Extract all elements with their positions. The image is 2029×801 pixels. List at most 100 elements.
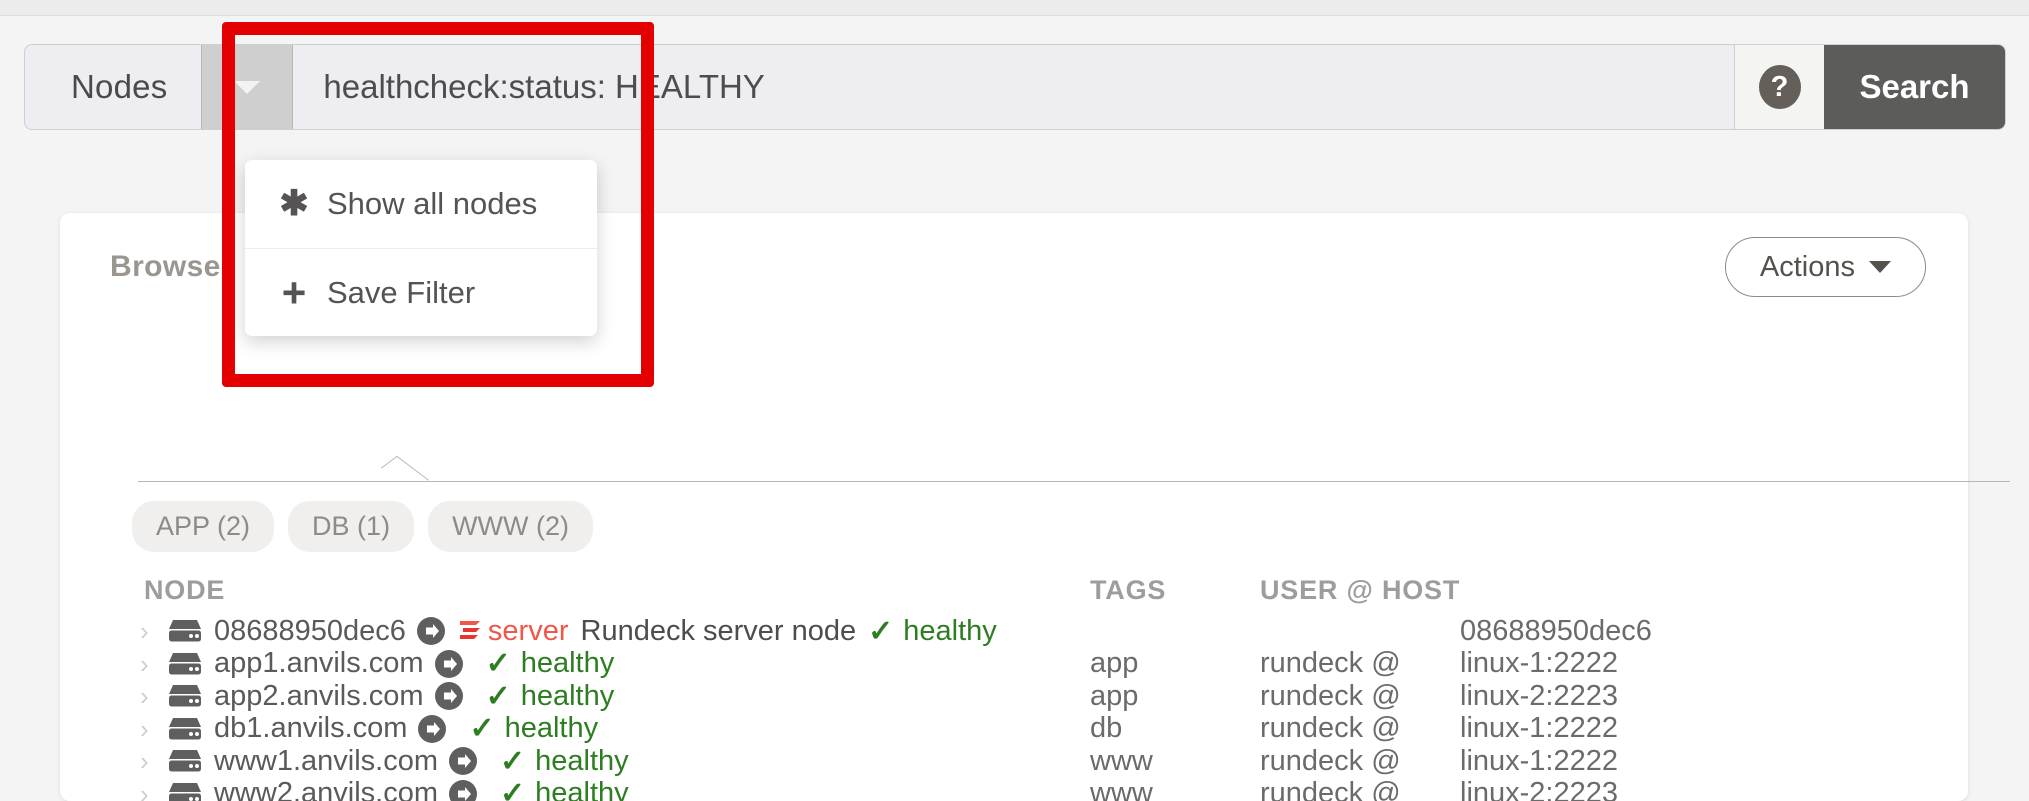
cell-host: linux-1:2222: [1460, 745, 1860, 778]
column-header-node: NODE: [144, 574, 226, 605]
node-status: healthy: [535, 777, 629, 801]
cell-tags[interactable]: www: [1090, 777, 1260, 801]
host-value: linux-1:2222: [1460, 647, 1618, 680]
check-icon: ✓: [469, 712, 495, 746]
cell-user: rundeck @: [1260, 680, 1460, 713]
node-name[interactable]: www2.anvils.com: [214, 777, 438, 801]
cell-user: rundeck @: [1260, 745, 1460, 778]
user-value: rundeck @: [1260, 712, 1401, 745]
chevron-right-icon[interactable]: ›: [140, 651, 166, 677]
cell-node: › app2.anvils.com ✓ healthy: [60, 679, 1090, 714]
tag-value: app: [1090, 647, 1139, 680]
search-button[interactable]: Search: [1824, 45, 2005, 129]
cell-host: linux-1:2222: [1460, 712, 1860, 745]
cell-host: linux-2:2223: [1460, 680, 1860, 713]
table-header-row: NODE TAGS USER @ HOST: [60, 565, 1968, 615]
host-value: linux-2:2223: [1460, 679, 1618, 712]
table-row[interactable]: › app2.anvils.com ✓ healthy app rundeck @ linu…: [60, 680, 1968, 713]
asterisk-icon: ✱: [279, 184, 309, 223]
cell-host: linux-1:2222: [1460, 647, 1860, 680]
plus-icon: +: [281, 268, 307, 316]
table-row[interactable]: › www1.anvils.com ✓ healthy www rundeck @ linu…: [60, 745, 1968, 778]
cell-user: rundeck @: [1260, 777, 1460, 801]
node-status: healthy: [520, 647, 615, 680]
column-header-tags: TAGS: [1090, 574, 1167, 605]
chevron-right-icon[interactable]: ›: [140, 716, 166, 742]
table-row[interactable]: › app1.anvils.com ✓ healthy app rundeck @ linu…: [60, 646, 1968, 681]
cell-tags[interactable]: www: [1090, 745, 1260, 778]
chevron-right-icon[interactable]: ›: [140, 683, 166, 709]
cell-user: rundeck @: [1260, 712, 1460, 745]
host-value: linux-2:2223: [1460, 777, 1618, 801]
chevron-down-icon: [234, 80, 261, 94]
filter-dropdown-toggle[interactable]: [201, 45, 294, 129]
menu-item-save-filter[interactable]: + Save Filter: [245, 248, 597, 336]
nodes-table: NODE TAGS USER @ HOST › 08688950dec6 serve…: [60, 565, 1968, 801]
cell-node: › 08688950dec6 server Rundeck server node ✓ h…: [60, 614, 1090, 649]
dropdown-pointer-notch: [380, 455, 430, 493]
cell-node: › www1.anvils.com ✓ healthy: [60, 744, 1090, 779]
cell-host: 08688950dec6: [1460, 615, 1860, 648]
node-name[interactable]: db1.anvils.com: [214, 712, 407, 745]
table-row[interactable]: › db1.anvils.com ✓ healthy db rundeck @ linux-…: [60, 711, 1968, 746]
cell-user: rundeck @: [1260, 647, 1460, 680]
chevron-right-icon[interactable]: ›: [140, 781, 166, 801]
tab-browse[interactable]: Browse: [110, 250, 221, 284]
tag-pill-app[interactable]: APP (2): [132, 501, 275, 552]
node-description: Rundeck server node: [580, 614, 857, 647]
node-name[interactable]: 08688950dec6: [214, 615, 406, 648]
cell-node: › db1.anvils.com ✓ healthy: [60, 711, 1090, 746]
cell-tags[interactable]: app: [1090, 647, 1260, 680]
top-strip: [0, 0, 2029, 16]
check-icon: ✓: [500, 744, 526, 778]
check-icon: ✓: [485, 679, 511, 713]
tag-pill-db[interactable]: DB (1): [288, 501, 415, 552]
menu-item-label: Save Filter: [327, 274, 476, 310]
chevron-right-icon[interactable]: ›: [140, 748, 166, 774]
user-value: rundeck @: [1260, 679, 1401, 712]
menu-item-label: Show all nodes: [327, 186, 538, 221]
node-filter-input[interactable]: [293, 45, 1734, 129]
check-icon: ✓: [485, 647, 511, 681]
tag-value: www: [1090, 777, 1153, 801]
node-badge[interactable]: server: [488, 615, 569, 648]
caret-down-icon: [1869, 261, 1891, 273]
cell-node: › app1.anvils.com ✓ healthy: [60, 646, 1090, 681]
host-value: 08688950dec6: [1460, 614, 1652, 647]
node-name[interactable]: app2.anvils.com: [214, 680, 424, 713]
node-filter-searchbar: Nodes ? Search: [24, 44, 2006, 130]
cell-node: › www2.anvils.com ✓ healthy: [60, 776, 1090, 801]
chevron-right-icon[interactable]: ›: [140, 618, 166, 644]
cell-tags[interactable]: app: [1090, 680, 1260, 713]
node-status: healthy: [504, 712, 599, 745]
page-root: Nodes ? Search ✱ Show all nodes + Save F…: [0, 0, 2029, 801]
node-status: healthy: [903, 614, 997, 647]
actions-button[interactable]: Actions: [1724, 237, 1926, 297]
actions-button-label: Actions: [1759, 250, 1855, 283]
user-value: rundeck @: [1260, 647, 1401, 680]
node-status: healthy: [535, 744, 629, 777]
user-value: rundeck @: [1260, 777, 1401, 801]
table-row[interactable]: › 08688950dec6 server Rundeck server node ✓ h…: [60, 615, 1968, 648]
cell-tags[interactable]: db: [1090, 712, 1260, 745]
host-value: linux-1:2222: [1460, 712, 1618, 745]
menu-item-show-all-nodes[interactable]: ✱ Show all nodes: [245, 160, 597, 248]
column-header-user-host: USER @ HOST: [1260, 574, 1461, 605]
table-body: › 08688950dec6 server Rundeck server node ✓ h…: [60, 615, 1968, 801]
tag-value: www: [1090, 744, 1153, 777]
node-status: healthy: [520, 679, 615, 712]
tag-filter-pills: APP (2) DB (1) WWW (2): [132, 501, 594, 552]
user-value: rundeck @: [1260, 744, 1401, 777]
tag-value: app: [1090, 679, 1139, 712]
table-row[interactable]: › www2.anvils.com ✓ healthy www rundeck @ linu…: [60, 776, 1968, 801]
tag-pill-www[interactable]: WWW (2): [428, 501, 594, 552]
host-value: linux-1:2222: [1460, 744, 1618, 777]
node-name[interactable]: www1.anvils.com: [214, 745, 438, 778]
check-icon: ✓: [500, 777, 526, 801]
check-icon: ✓: [868, 614, 894, 648]
search-help-button[interactable]: ?: [1734, 45, 1824, 129]
searchbar-context-label: Nodes: [71, 68, 168, 105]
filter-dropdown-menu: ✱ Show all nodes + Save Filter: [245, 160, 597, 336]
node-name[interactable]: app1.anvils.com: [214, 647, 424, 680]
question-mark-icon: ?: [1758, 65, 1801, 109]
